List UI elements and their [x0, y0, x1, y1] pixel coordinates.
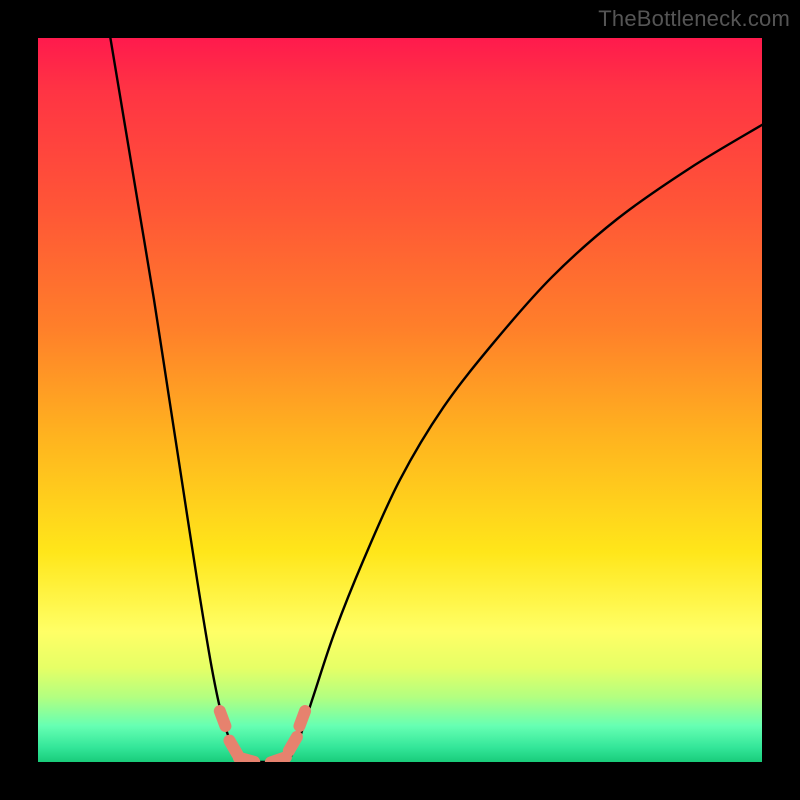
valley-marker	[239, 758, 254, 762]
valley-marker	[289, 737, 297, 751]
valley-marker	[299, 711, 305, 726]
plot-area	[38, 38, 762, 762]
valley-marker	[271, 757, 286, 762]
valley-markers	[220, 711, 305, 762]
valley-marker	[220, 711, 226, 726]
chart-frame: TheBottleneck.com	[0, 0, 800, 800]
bottleneck-curve	[110, 38, 762, 762]
watermark-text: TheBottleneck.com	[598, 6, 790, 32]
curve-layer	[38, 38, 762, 762]
